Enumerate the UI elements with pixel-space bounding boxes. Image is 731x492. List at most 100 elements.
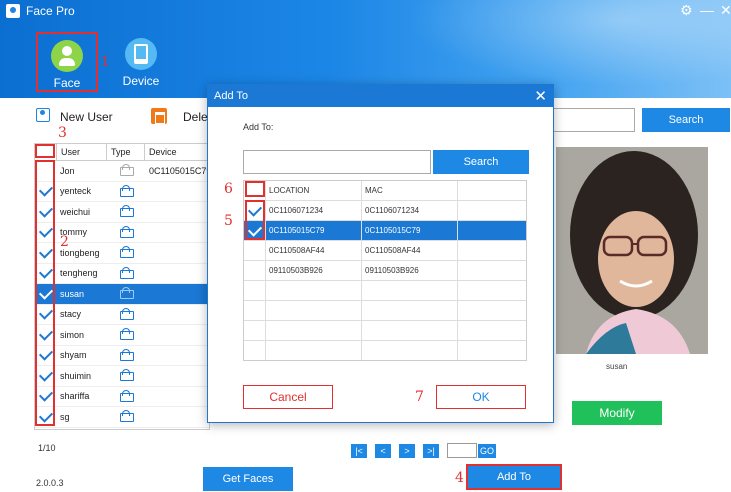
annotation-5: 5 [224,213,233,229]
empty-cell [362,301,458,320]
annotation-7: 7 [415,389,424,405]
prev-page-button[interactable]: < [375,444,391,458]
last-page-button[interactable]: >| [423,444,439,458]
lock-icon [120,164,134,177]
page-indicator: 1/10 [38,443,56,453]
face-photo-image [556,147,708,354]
user-row[interactable]: shariffa [35,387,209,407]
user-type-cell [107,205,145,218]
user-name-cell: simon [60,329,85,340]
empty-cell [266,301,362,320]
lock-icon [120,369,134,382]
device-row[interactable]: 09110503B926 09110503B926 [244,261,526,281]
empty-row [244,321,526,341]
user-search-input[interactable] [553,108,635,132]
lock-icon [120,328,134,341]
get-faces-button[interactable]: Get Faces [203,467,293,491]
dialog-close-icon[interactable]: ✕ [534,87,547,105]
dialog-title-bar: Add To ✕ [208,85,553,107]
go-button[interactable]: GO [478,444,496,458]
select-all-highlight [35,144,55,158]
device-table-header: LOCATION MAC [244,181,526,201]
device-location-cell: 09110503B926 [266,261,362,280]
user-row[interactable]: susan [35,284,209,305]
user-table-header: User Type Device [35,144,209,161]
user-row[interactable]: yenteck [35,182,209,202]
user-row[interactable]: Jon 0C1105015C79; [35,161,209,182]
search-button[interactable]: Search [642,108,730,132]
user-name-cell: weichui [60,206,91,217]
next-page-button[interactable]: > [399,444,415,458]
empty-cell [266,321,362,340]
empty-cell [266,281,362,300]
header-user: User [57,144,107,160]
user-row[interactable]: weichui [35,202,209,223]
lock-icon [120,205,134,218]
device-mac-cell: 0C110508AF44 [362,241,458,260]
annotation-4: 4 [455,470,464,486]
close-icon[interactable]: ✕ [720,2,731,19]
device-row[interactable]: 0C1105015C79 0C1105015C79 [244,221,526,241]
device-location-cell: 0C1105015C79 [266,221,362,240]
settings-icon[interactable]: ⚙ [680,2,693,19]
nav-device-button[interactable]: Device [110,32,172,92]
lock-icon [120,410,134,423]
empty-cell [266,341,362,360]
header-type: Type [107,144,145,160]
user-name-cell: sg [60,411,70,422]
empty-cell [244,321,266,340]
user-row[interactable]: tengheng [35,264,209,284]
dialog-search-input[interactable] [243,150,431,174]
empty-row [244,341,526,360]
user-name-cell: shyam [60,350,87,361]
device-row[interactable]: 0C110508AF44 0C110508AF44 [244,241,526,261]
user-type-cell [107,266,145,279]
lock-icon [120,266,134,279]
user-type-cell [107,164,145,177]
nav-device-label: Device [122,74,160,88]
add-to-button[interactable]: Add To [466,464,562,490]
user-type-cell [107,328,145,341]
checkbox-column-highlight [35,160,55,426]
device-icon [125,38,157,70]
dialog-search-button[interactable]: Search [433,150,529,174]
dialog-label: Add To: [243,122,274,132]
device-location-cell: 0C110508AF44 [266,241,362,260]
user-type-cell [107,410,145,423]
user-type-cell [107,225,145,238]
device-checkbox[interactable] [244,241,266,260]
user-type-cell [107,389,145,402]
user-type-cell [107,307,145,320]
delete-icon[interactable] [151,108,167,124]
user-row[interactable]: shuimin [35,366,209,387]
app-logo-icon [6,4,20,18]
nav-face-label: Face [53,76,81,90]
modify-button[interactable]: Modify [572,401,662,425]
app-title: Face Pro [26,4,75,18]
nav-face-button[interactable]: Face [36,32,98,92]
device-checkbox[interactable] [244,261,266,280]
first-page-button[interactable]: |< [351,444,367,458]
user-row[interactable]: sg [35,407,209,428]
header-device: Device [149,147,177,157]
empty-cell [244,341,266,360]
empty-row [244,281,526,301]
ok-button[interactable]: OK [436,385,526,409]
user-type-cell [107,184,145,197]
new-user-button[interactable]: New User [60,110,113,124]
page-number-input[interactable] [447,443,477,458]
user-device-cell: 0C1105015C79; [149,165,209,176]
device-mac-cell: 09110503B926 [362,261,458,280]
user-row[interactable]: simon [35,325,209,346]
lock-icon [120,225,134,238]
minimize-icon[interactable]: — [700,2,714,18]
device-row[interactable]: 0C1106071234 0C1106071234 [244,201,526,221]
empty-cell [362,341,458,360]
lock-icon [120,389,134,402]
device-select-all-highlight [245,181,265,197]
new-user-icon[interactable] [36,108,50,122]
cancel-button[interactable]: Cancel [243,385,333,409]
face-icon [51,40,83,72]
user-row[interactable]: shyam [35,346,209,366]
user-row[interactable]: stacy [35,305,209,325]
